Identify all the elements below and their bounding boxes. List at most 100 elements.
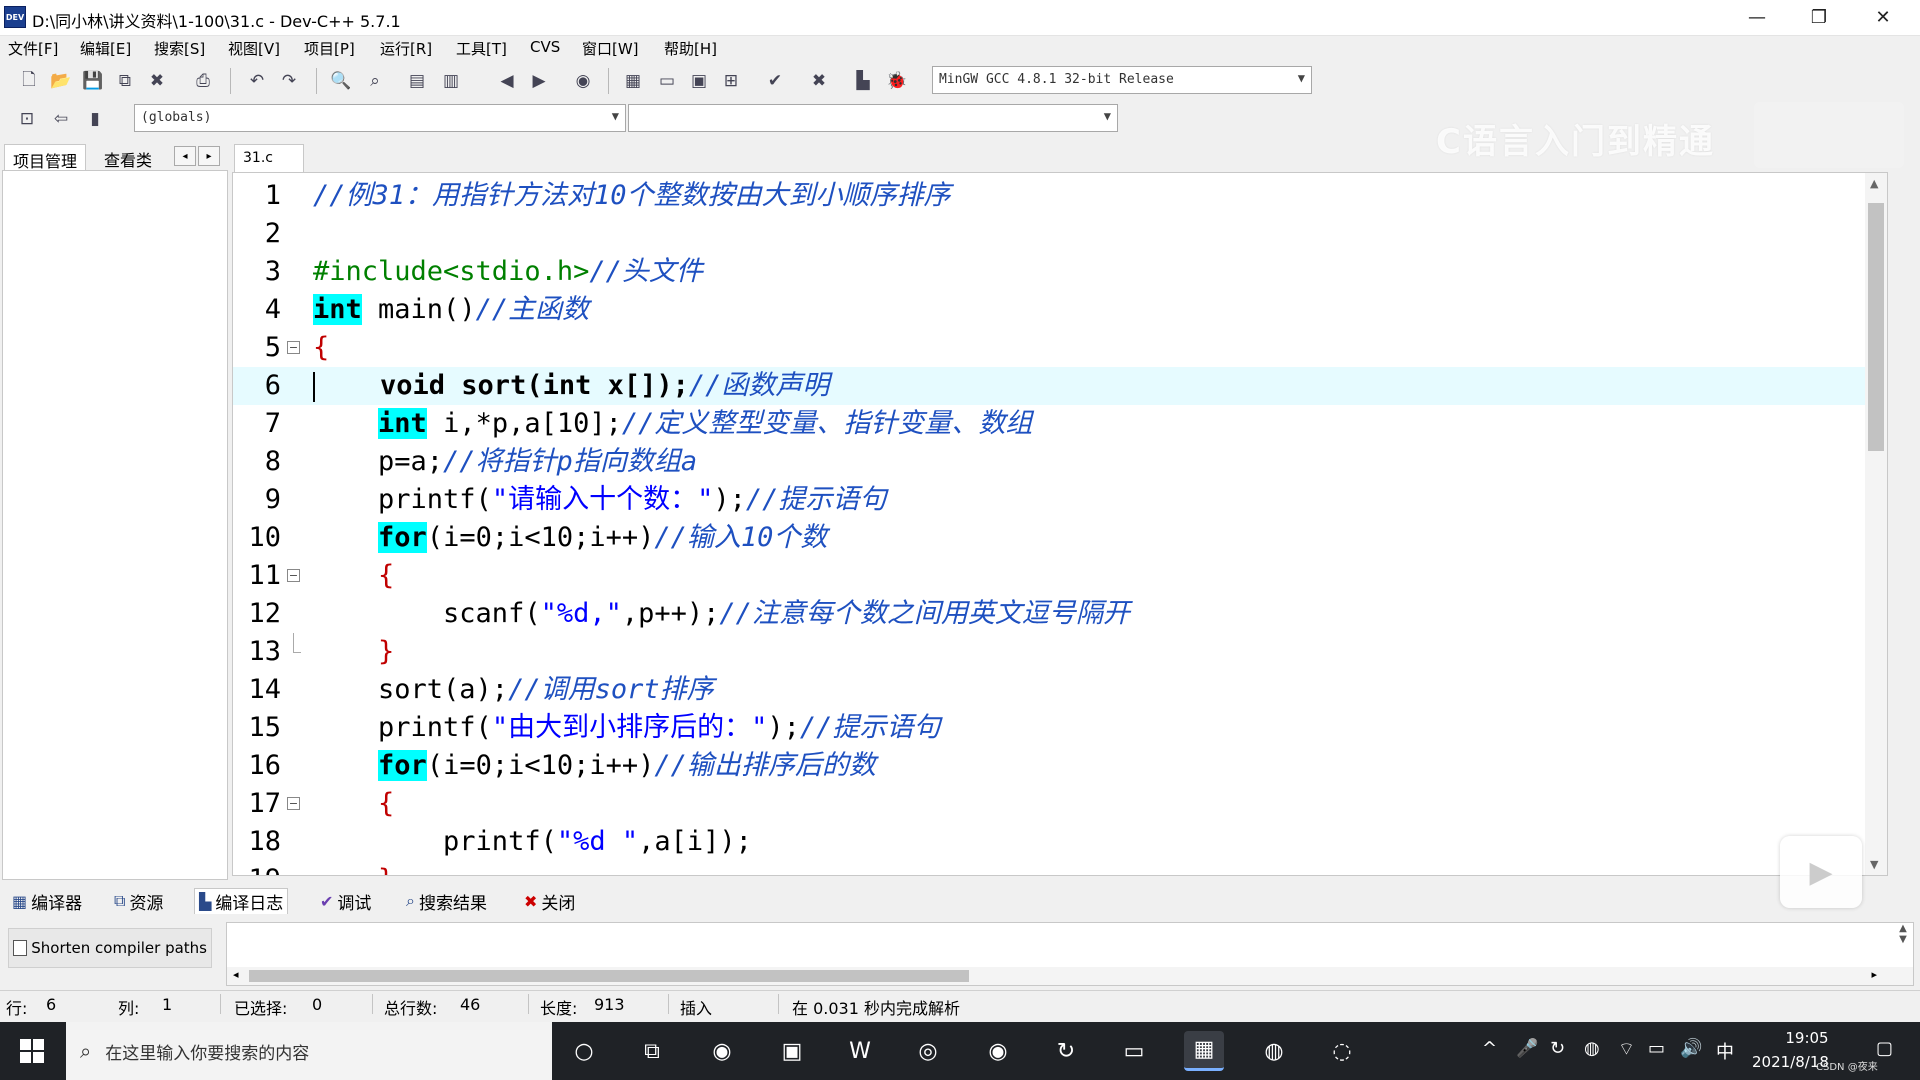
code-line[interactable]: 7 int i,*p,a[10];//定义整型变量、指针变量、数组 xyxy=(233,405,1887,443)
code-line[interactable]: 16 for(i=0;i<10;i++)//输出排序后的数 xyxy=(233,747,1887,785)
indent-icon[interactable]: ▤ xyxy=(404,68,430,94)
run-icon[interactable]: ▭ xyxy=(654,68,680,94)
battery-icon[interactable]: ▭ xyxy=(1648,1038,1665,1059)
compile-log-output[interactable]: ▲ ▼ ◂ ▸ xyxy=(226,922,1914,986)
compiler-select[interactable]: MinGW GCC 4.8.1 32-bit Release ▼ xyxy=(932,66,1312,94)
syntax-check-icon[interactable]: ✔ xyxy=(762,68,788,94)
minimize-button[interactable]: — xyxy=(1726,0,1788,34)
code-line[interactable]: 8 p=a;//将指针p指向数组a xyxy=(233,443,1887,481)
goto-icon[interactable]: ⇦ xyxy=(48,106,74,132)
symbol-select[interactable]: ▼ xyxy=(628,104,1118,132)
new-file-icon[interactable]: 🗋 xyxy=(16,68,42,94)
wechat-icon[interactable]: ◍ xyxy=(1254,1031,1294,1071)
scroll-up-icon[interactable]: ▲ xyxy=(1870,177,1878,190)
print-icon[interactable]: ⎙ xyxy=(190,68,216,94)
tab-search-results[interactable]: ⌕ 搜索结果 xyxy=(402,888,491,914)
stop-icon[interactable]: ✖ xyxy=(806,68,832,94)
code-line[interactable]: 1 //例31：用指针方法对10个整数按由大到小顺序排序 xyxy=(233,177,1887,215)
rebuild-icon[interactable]: ⊞ xyxy=(718,68,744,94)
profile-chart-icon[interactable]: ▙ xyxy=(850,68,876,94)
unindent-icon[interactable]: ▥ xyxy=(438,68,464,94)
code-line[interactable]: 3 #include<stdio.h>//头文件 xyxy=(233,253,1887,291)
compile-icon[interactable]: ▦ xyxy=(620,68,646,94)
open-file-icon[interactable]: 📂 xyxy=(48,68,74,94)
taskbar-search-box[interactable]: ⌕ 在这里输入你要搜索的内容 xyxy=(66,1022,552,1080)
iqiyi-icon[interactable]: ◎ xyxy=(908,1031,948,1071)
code-line[interactable]: 13 } xyxy=(233,633,1887,671)
find-icon[interactable]: 🔍 xyxy=(328,68,354,94)
undo-icon[interactable]: ↶ xyxy=(244,68,270,94)
save-icon[interactable]: 💾 xyxy=(80,68,106,94)
fold-collapse-icon[interactable]: − xyxy=(287,569,300,582)
shorten-compiler-paths-checkbox[interactable]: Shorten compiler paths xyxy=(8,928,212,968)
scroll-left-icon[interactable]: ◂ xyxy=(233,968,239,981)
fold-collapse-icon[interactable]: − xyxy=(287,797,300,810)
globals-select[interactable]: (globals) ▼ xyxy=(134,104,626,132)
editor-vertical-scrollbar[interactable]: ▲ ▼ xyxy=(1865,173,1887,875)
cortana-icon[interactable]: ○ xyxy=(564,1031,604,1071)
recorder-icon[interactable]: ↻ xyxy=(1046,1031,1086,1071)
devcpp-taskbar-icon[interactable]: ▦ xyxy=(1184,1031,1224,1071)
ime-indicator[interactable]: 中 xyxy=(1716,1038,1734,1064)
menu-file[interactable]: 文件[F] xyxy=(8,38,58,59)
bookmark-icon[interactable]: ▮ xyxy=(82,106,108,132)
menu-window[interactable]: 窗口[W] xyxy=(582,38,639,59)
save-all-icon[interactable]: ⧉ xyxy=(112,68,138,94)
recorder-tray-icon[interactable]: ↻ xyxy=(1550,1038,1565,1059)
devcpp-app-icon[interactable]: DEV xyxy=(4,6,26,28)
code-editor[interactable]: 1 //例31：用指针方法对10个整数按由大到小顺序排序 2 3 #includ… xyxy=(232,172,1888,876)
editor-tab-31c[interactable]: 31.c xyxy=(234,144,304,172)
scrollbar-thumb[interactable] xyxy=(1868,203,1884,451)
debug-icon[interactable]: 🐞 xyxy=(884,68,910,94)
wechat-tray-icon[interactable]: ◍ xyxy=(1584,1038,1600,1059)
menu-tools[interactable]: 工具[T] xyxy=(456,38,507,59)
chevron-left-icon[interactable]: ◂ xyxy=(174,146,196,166)
checkbox-box[interactable] xyxy=(13,940,28,956)
scrollbar-thumb[interactable] xyxy=(249,970,969,982)
insert-icon[interactable]: ⊡ xyxy=(14,106,40,132)
code-line[interactable]: 19 } xyxy=(233,861,1887,875)
redo-icon[interactable]: ↷ xyxy=(276,68,302,94)
bookmark-next-icon[interactable]: ▶ xyxy=(526,68,552,94)
tab-compiler[interactable]: ▦ 编译器 xyxy=(8,888,86,914)
toggle-comment-icon[interactable]: ◉ xyxy=(570,68,596,94)
volume-icon[interactable]: 🔊 xyxy=(1680,1038,1702,1059)
code-line[interactable]: 2 xyxy=(233,215,1887,253)
network-icon[interactable]: ⌔ xyxy=(1618,1038,1635,1061)
code-line[interactable]: 18 printf("%d ",a[i]); xyxy=(233,823,1887,861)
menu-search[interactable]: 搜索[S] xyxy=(154,38,205,59)
log-vertical-scrollbar[interactable]: ▲ ▼ xyxy=(1893,923,1913,969)
code-line[interactable]: 15 printf("由大到小排序后的：");//提示语句 xyxy=(233,709,1887,747)
code-line[interactable]: 9 printf("请输入十个数：");//提示语句 xyxy=(233,481,1887,519)
word-icon[interactable]: W xyxy=(840,1031,880,1071)
menu-cvs[interactable]: CVS xyxy=(530,38,560,56)
chevron-right-icon[interactable]: ▸ xyxy=(198,146,220,166)
menu-edit[interactable]: 编辑[E] xyxy=(80,38,131,59)
file-explorer-icon[interactable]: ▭ xyxy=(1114,1031,1154,1071)
fold-collapse-icon[interactable]: − xyxy=(287,341,300,354)
scroll-down-icon[interactable]: ▼ xyxy=(1870,858,1878,871)
log-horizontal-scrollbar[interactable]: ◂ ▸ xyxy=(227,967,1913,985)
obs-icon[interactable]: ◌ xyxy=(1322,1031,1362,1071)
replace-icon[interactable]: ⌕ xyxy=(362,68,388,94)
menu-help[interactable]: 帮助[H] xyxy=(664,38,717,59)
notification-icon[interactable]: ▢ xyxy=(1876,1038,1893,1059)
code-line[interactable]: 5 − { xyxy=(233,329,1887,367)
compile-run-icon[interactable]: ▣ xyxy=(686,68,712,94)
project-tree[interactable] xyxy=(2,170,228,880)
restore-button[interactable]: ❐ xyxy=(1788,0,1850,34)
tab-close[interactable]: ✖ 关闭 xyxy=(520,888,579,914)
task-view-icon[interactable]: ⧉ xyxy=(632,1031,672,1071)
code-line[interactable]: 17 − { xyxy=(233,785,1887,823)
bookmark-prev-icon[interactable]: ◀ xyxy=(494,68,520,94)
tab-class-browser[interactable]: 查看类 xyxy=(96,144,160,170)
close-button[interactable]: ✕ xyxy=(1852,0,1914,34)
menu-run[interactable]: 运行[R] xyxy=(380,38,432,59)
scroll-right-icon[interactable]: ▸ xyxy=(1871,968,1877,981)
tray-overflow-icon[interactable]: ^ xyxy=(1482,1038,1497,1059)
wps-icon[interactable]: ▣ xyxy=(772,1031,812,1071)
close-file-icon[interactable]: ✖ xyxy=(144,68,170,94)
code-line[interactable]: 10 for(i=0;i<10;i++)//输入10个数 xyxy=(233,519,1887,557)
tab-project-manager[interactable]: 项目管理 xyxy=(4,144,87,171)
chrome-icon[interactable]: ◉ xyxy=(702,1031,742,1071)
